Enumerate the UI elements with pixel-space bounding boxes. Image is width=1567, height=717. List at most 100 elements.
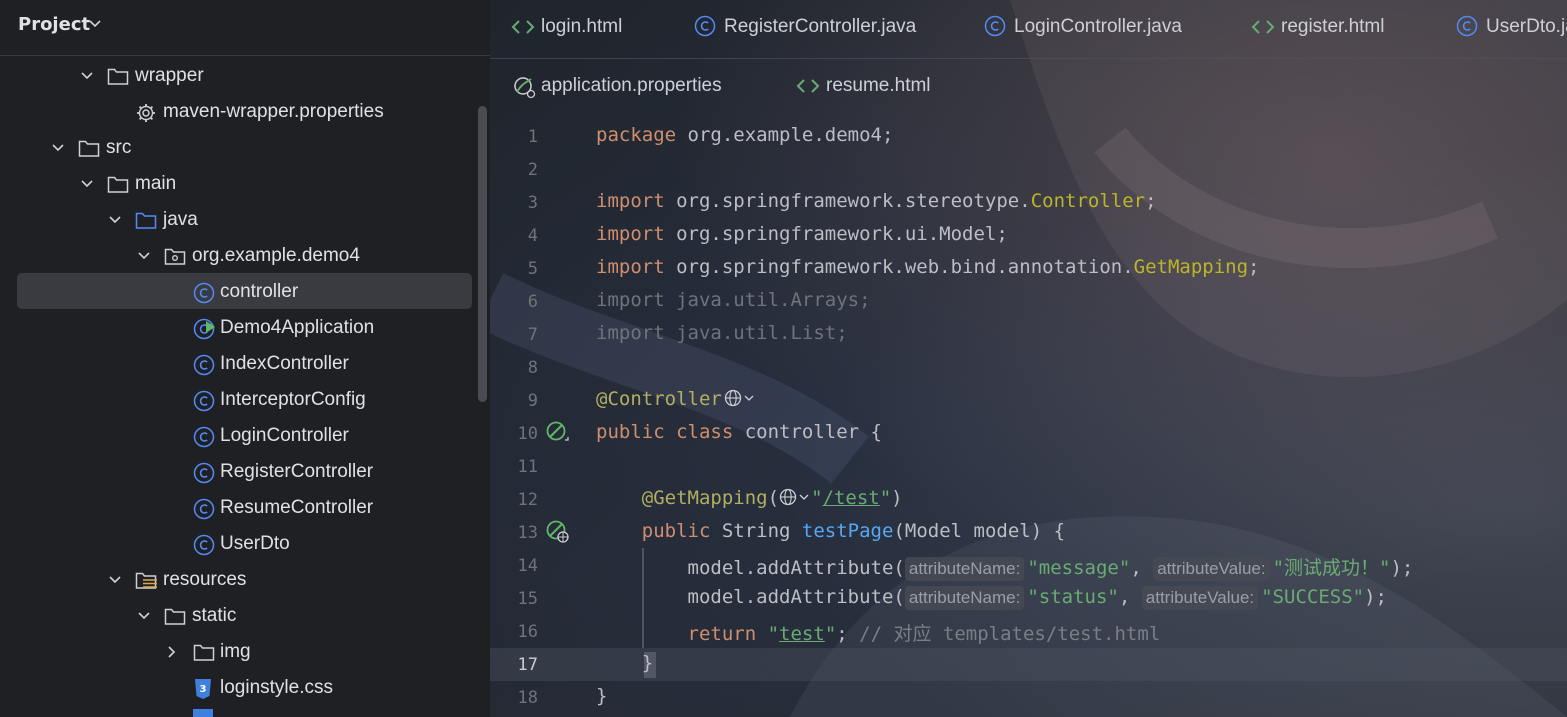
chevron-down-icon[interactable]: [80, 177, 94, 191]
tree-item-org-example-demo4[interactable]: org.example.demo4: [0, 238, 476, 274]
code-editor[interactable]: login.html RegisterController.java Login…: [490, 0, 1567, 717]
tree-item-maven-wrapper-properties[interactable]: maven-wrapper.properties: [0, 94, 476, 130]
chevron-down-icon[interactable]: [137, 249, 151, 263]
annotation: @Controller: [596, 388, 722, 410]
folder-icon: [193, 644, 215, 661]
code-text: String: [710, 520, 802, 542]
globe-icon[interactable]: [779, 487, 811, 507]
code-line-7-unused-import[interactable]: import java.util.List;: [596, 322, 848, 344]
tree-item-resumecontroller[interactable]: ResumeController: [0, 490, 476, 526]
tree-item-userdto[interactable]: UserDto: [0, 526, 476, 562]
tree-item-controller[interactable]: controller: [0, 274, 476, 310]
class-icon: [193, 426, 215, 448]
class-icon: [193, 354, 215, 376]
line-number: 11: [517, 457, 538, 477]
html-icon: [511, 20, 535, 34]
tree-item-registercontroller[interactable]: RegisterController: [0, 454, 476, 490]
keyword: public: [641, 520, 711, 542]
tree-item-label: RegisterController: [220, 461, 374, 482]
chevron-down-icon[interactable]: [88, 17, 102, 31]
project-header[interactable]: Project: [0, 0, 490, 56]
string-quote: ": [824, 623, 837, 645]
tree-item-demo4application[interactable]: Demo4Application: [0, 310, 476, 346]
annotation: @GetMapping: [641, 487, 768, 509]
class-icon: [984, 15, 1006, 37]
parameter-hint: attributeValue:: [1153, 557, 1270, 581]
tree-item-static[interactable]: static: [0, 598, 476, 634]
tab-label: LoginController.java: [1014, 16, 1182, 37]
line-number: 9: [527, 391, 538, 411]
code-line-4[interactable]: import org.springframework.ui.Model;: [596, 223, 1008, 245]
class-icon: [193, 282, 215, 304]
line-number-current: 17: [517, 655, 538, 675]
globe-icon[interactable]: [724, 388, 756, 408]
resources-folder-icon: [135, 572, 157, 589]
tree-item-logincontroller[interactable]: LoginController: [0, 418, 476, 454]
keyword: public class: [596, 421, 734, 443]
code-line-3[interactable]: import org.springframework.stereotype.Co…: [596, 190, 1157, 212]
chevron-down-icon[interactable]: [51, 141, 65, 155]
chevron-down-icon[interactable]: [108, 213, 122, 227]
code-line-12[interactable]: @GetMapping("/test"): [596, 487, 903, 509]
spring-properties-icon: [514, 77, 536, 99]
chevron-down-icon[interactable]: [80, 69, 94, 83]
code-text: model.addAttribute(: [687, 557, 905, 579]
line-number: 12: [517, 490, 538, 510]
tree-item-indexcontroller[interactable]: IndexController: [0, 346, 476, 382]
tree-item-main[interactable]: main: [0, 166, 476, 202]
string-literal: "SUCCESS": [1261, 586, 1365, 608]
tree-item-java[interactable]: java: [0, 202, 476, 238]
tree-item-label: src: [106, 137, 132, 158]
tree-item-interceptorconfig[interactable]: InterceptorConfig: [0, 382, 476, 418]
tree-scrollbar[interactable]: [478, 106, 487, 402]
code-line-1[interactable]: package org.example.demo4;: [596, 124, 893, 146]
code-line-10[interactable]: public class controller {: [596, 421, 882, 443]
tree-item-label: controller: [220, 281, 299, 302]
source-folder-icon: [135, 212, 157, 229]
web-endpoint-icon[interactable]: [545, 519, 571, 545]
spring-bean-icon[interactable]: [545, 420, 571, 446]
tree-item-resources[interactable]: resources: [0, 562, 476, 598]
template-string[interactable]: test: [779, 623, 825, 645]
code-line-9[interactable]: @Controller: [596, 388, 756, 410]
line-number: 8: [527, 358, 538, 378]
tree-item-label: LoginController: [220, 425, 349, 446]
code-line-18[interactable]: }: [596, 685, 607, 707]
tree-item-loginstyle-css[interactable]: 3 loginstyle.css: [0, 670, 476, 706]
editor-tab-row: login.html RegisterController.java Login…: [490, 0, 1567, 59]
code-text: ,: [1118, 586, 1142, 608]
parameter-hint: attributeName:: [904, 586, 1025, 610]
code-line-16[interactable]: return "test"; // 对应 templates/test.html: [596, 619, 1161, 646]
chevron-down-icon[interactable]: [137, 609, 151, 623]
keyword: import: [596, 256, 665, 278]
line-number: 18: [517, 688, 538, 708]
tree-item-img[interactable]: img: [0, 634, 476, 670]
code-line-6-unused-import[interactable]: import java.util.Arrays;: [596, 289, 871, 311]
chevron-down-icon[interactable]: [108, 573, 122, 587]
run-class-icon: [193, 318, 215, 340]
code-line-14[interactable]: model.addAttribute(attributeName: "messag…: [596, 553, 1413, 581]
code-line-15[interactable]: model.addAttribute(attributeName: "status…: [596, 586, 1387, 610]
folder-icon: [164, 608, 186, 625]
tree-item-label: static: [192, 605, 237, 626]
tree-item-label: maven-wrapper.properties: [163, 101, 384, 122]
code-line-13[interactable]: public String testPage(Model model) {: [596, 520, 1065, 542]
code-text: ;: [1145, 190, 1157, 212]
code-text: ): [891, 487, 903, 509]
url-string[interactable]: /test: [823, 487, 880, 509]
code-text: );: [1390, 557, 1414, 579]
project-title[interactable]: Project: [18, 14, 90, 35]
code-text: );: [1364, 586, 1387, 608]
code-line-5[interactable]: import org.springframework.web.bind.anno…: [596, 256, 1259, 278]
tree-item-wrapper[interactable]: wrapper: [0, 58, 476, 94]
gear-icon: [137, 104, 155, 122]
tree-item-src[interactable]: src: [0, 130, 476, 166]
folder-icon: [107, 176, 129, 193]
tree-item-label: Demo4Application: [220, 317, 375, 338]
folder-icon: [107, 68, 129, 85]
code-line-17[interactable]: }: [596, 652, 653, 674]
keyword: return: [687, 623, 757, 645]
chevron-right-icon[interactable]: [165, 645, 179, 659]
code-text: (: [767, 487, 780, 509]
line-number: 7: [527, 325, 538, 345]
